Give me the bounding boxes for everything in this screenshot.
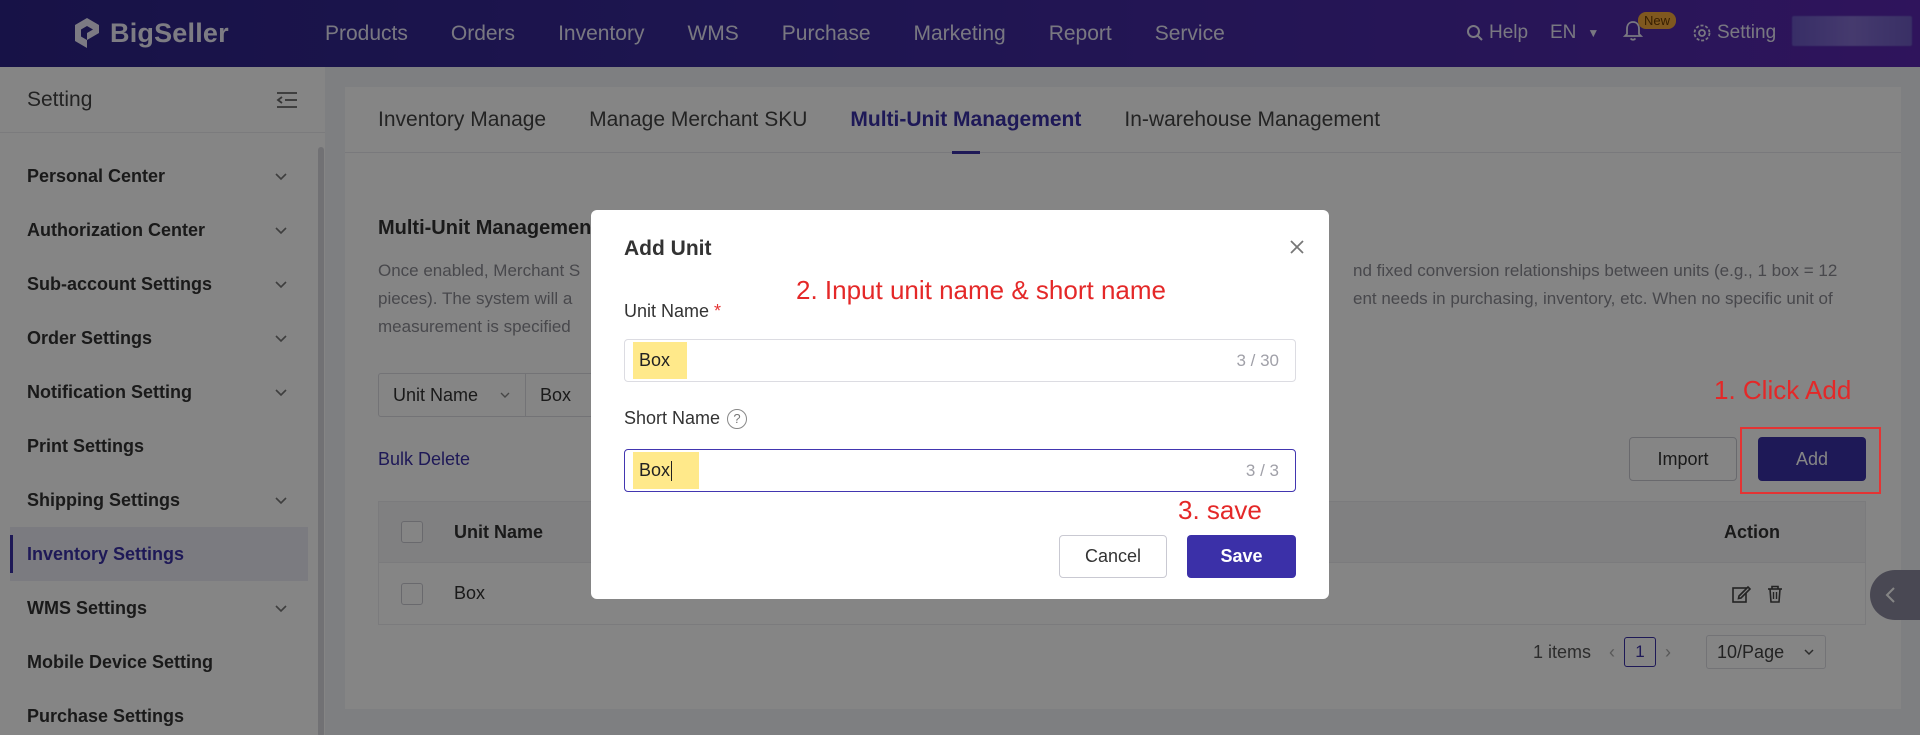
short-name-input[interactable]: Box 3 / 3	[624, 449, 1296, 492]
short-name-value: Box	[639, 459, 673, 482]
unit-name-label: Unit Name *	[624, 301, 721, 322]
unit-name-label-text: Unit Name	[624, 301, 710, 321]
add-button-highlight	[1740, 427, 1881, 494]
help-question-icon[interactable]: ?	[727, 408, 748, 429]
text-cursor	[671, 461, 673, 482]
dialog-title: Add Unit	[624, 237, 712, 260]
close-icon[interactable]	[1288, 238, 1306, 256]
required-mark: *	[714, 301, 722, 321]
short-name-label: Short Name ?	[624, 408, 748, 429]
short-name-counter: 3 / 3	[1245, 460, 1279, 480]
short-name-label-text: Short Name	[624, 408, 721, 428]
annotation-step-3: 3. save	[1178, 495, 1262, 525]
annotation-step-2: 2. Input unit name & short name	[796, 275, 1166, 305]
save-button[interactable]: Save	[1187, 535, 1296, 578]
unit-name-input[interactable]: Box 3 / 30	[624, 339, 1296, 382]
annotation-step-1: 1. Click Add	[1714, 375, 1852, 405]
short-name-text: Box	[639, 459, 671, 480]
add-unit-dialog: Add Unit 2. Input unit name & short name…	[591, 210, 1329, 599]
unit-name-counter: 3 / 30	[1236, 350, 1279, 370]
cancel-button[interactable]: Cancel	[1059, 535, 1167, 578]
unit-name-value: Box	[639, 350, 671, 370]
